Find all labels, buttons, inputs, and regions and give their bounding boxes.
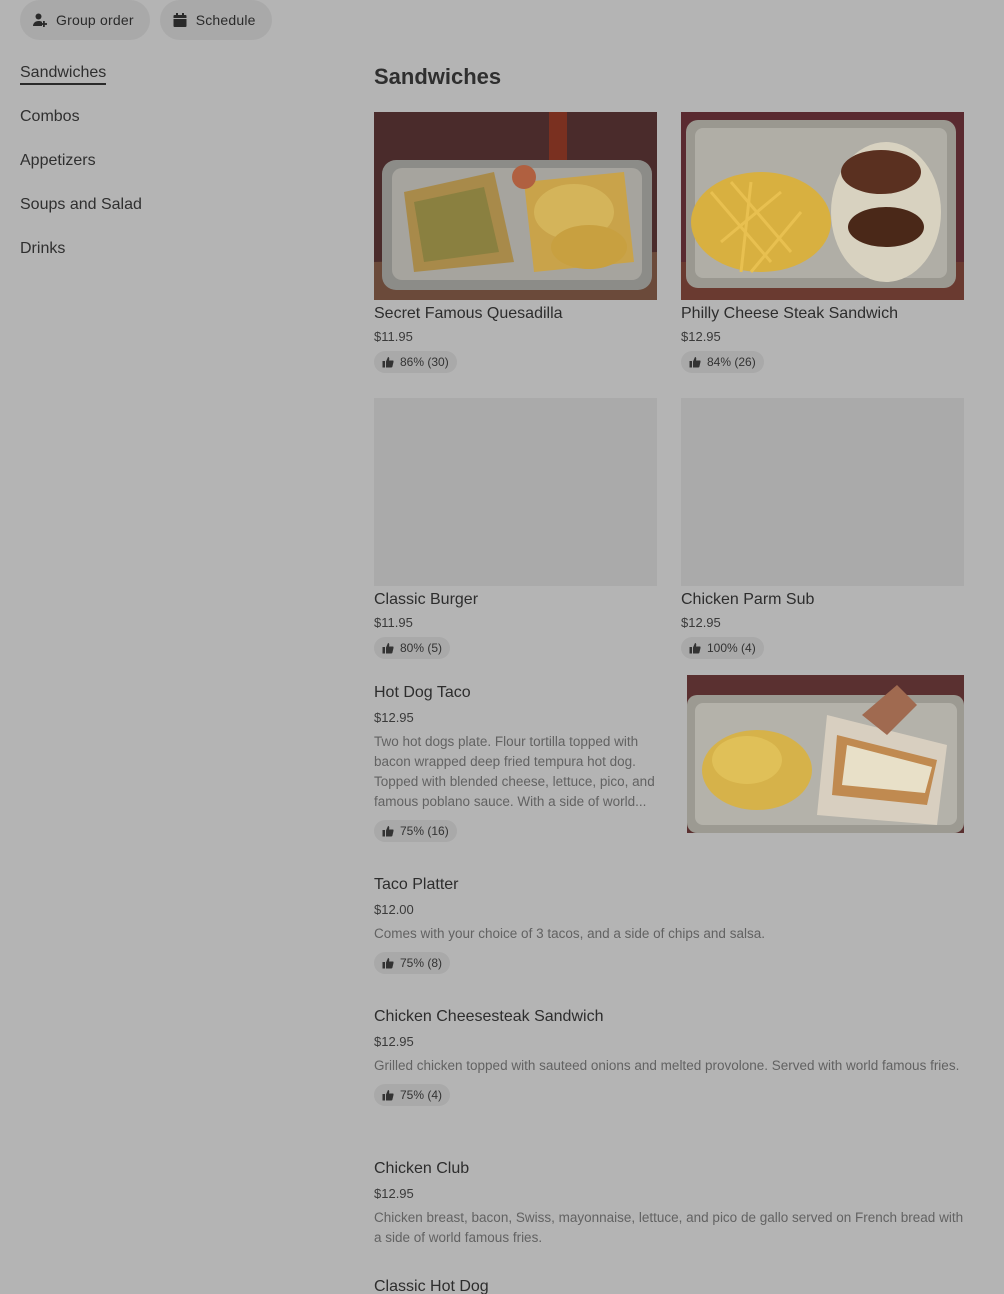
calendar-icon bbox=[172, 12, 188, 28]
top-actions: Group order Schedule bbox=[20, 0, 272, 40]
rating-text: 84% (26) bbox=[707, 355, 756, 369]
rating-badge: 84% (26) bbox=[681, 351, 764, 373]
rating-badge: 75% (4) bbox=[374, 1084, 451, 1106]
menu-list-item[interactable]: Chicken Club $12.95 Chicken breast, baco… bbox=[374, 1160, 964, 1278]
item-description: Comes with your choice of 3 tacos, and a… bbox=[374, 926, 765, 941]
rating-text: 75% (16) bbox=[400, 824, 449, 838]
item-name: Chicken Parm Sub bbox=[681, 591, 815, 608]
rating-text: 80% (5) bbox=[400, 641, 443, 655]
nav-item-drinks[interactable]: Drinks bbox=[20, 238, 142, 282]
thumbs-up-icon bbox=[382, 356, 394, 368]
schedule-label: Schedule bbox=[195, 12, 256, 28]
menu-card[interactable]: Classic Burger $11.95 80% (5) bbox=[374, 398, 657, 684]
item-price: $11.95 bbox=[374, 329, 413, 344]
featured-grid: Secret Famous Quesadilla $11.95 86% (30) bbox=[374, 112, 964, 684]
nav-item-label: Appetizers bbox=[20, 152, 96, 169]
image-placeholder bbox=[374, 398, 657, 586]
item-text: Hot Dog Taco $12.95 Two hot dogs plate. … bbox=[374, 684, 676, 842]
item-name: Classic Burger bbox=[374, 591, 479, 608]
group-order-button[interactable]: Group order bbox=[20, 0, 150, 40]
item-price: $12.95 bbox=[681, 615, 721, 630]
item-price: $12.95 bbox=[374, 710, 414, 725]
item-price: $12.00 bbox=[374, 902, 414, 917]
item-name: Secret Famous Quesadilla bbox=[374, 305, 563, 322]
menu-list-item[interactable]: Taco Platter $12.00 Comes with your choi… bbox=[374, 876, 964, 1008]
rating-text: 100% (4) bbox=[707, 641, 756, 655]
item-description: Two hot dogs plate. Flour tortilla toppe… bbox=[374, 734, 655, 809]
hot-dog-taco-photo bbox=[687, 675, 964, 833]
rating-text: 75% (4) bbox=[400, 1088, 443, 1102]
category-nav: Sandwiches Combos Appetizers Soups and S… bbox=[20, 62, 142, 282]
item-price: $12.95 bbox=[374, 1186, 414, 1201]
rating-badge: 100% (4) bbox=[681, 637, 764, 659]
rating-badge: 86% (30) bbox=[374, 351, 457, 373]
rating-text: 86% (30) bbox=[400, 355, 449, 369]
thumbs-up-icon bbox=[689, 356, 701, 368]
schedule-button[interactable]: Schedule bbox=[159, 0, 272, 40]
item-name: Philly Cheese Steak Sandwich bbox=[681, 305, 899, 322]
item-name: Classic Hot Dog bbox=[374, 1278, 489, 1294]
rating-badge: 75% (16) bbox=[374, 820, 457, 842]
image-placeholder bbox=[681, 398, 964, 586]
thumbs-up-icon bbox=[689, 642, 701, 654]
item-name: Hot Dog Taco bbox=[374, 684, 471, 701]
group-order-label: Group order bbox=[56, 12, 134, 28]
item-description: Grilled chicken topped with sauteed onio… bbox=[374, 1058, 960, 1073]
thumbs-up-icon bbox=[382, 957, 394, 969]
nav-item-appetizers[interactable]: Appetizers bbox=[20, 150, 142, 194]
nav-item-combos[interactable]: Combos bbox=[20, 106, 142, 150]
thumbs-up-icon bbox=[382, 642, 394, 654]
nav-item-label: Drinks bbox=[20, 240, 66, 257]
item-description: Chicken breast, bacon, Swiss, mayonnaise… bbox=[374, 1210, 964, 1245]
section-title: Sandwiches bbox=[374, 64, 502, 89]
thumbs-up-icon bbox=[382, 1089, 394, 1101]
item-name: Chicken Cheesesteak Sandwich bbox=[374, 1008, 604, 1025]
item-price: $11.95 bbox=[374, 615, 413, 630]
menu-card[interactable]: Chicken Parm Sub $12.95 100% (4) bbox=[681, 398, 964, 684]
menu-section: Sandwiches Secret Famous Quesadilla $11.… bbox=[374, 64, 964, 1294]
rating-text: 75% (8) bbox=[400, 956, 443, 970]
menu-list-item[interactable]: Hot Dog Taco $12.95 Two hot dogs plate. … bbox=[374, 675, 964, 876]
item-name: Taco Platter bbox=[374, 876, 459, 893]
quesadilla-photo bbox=[374, 112, 657, 300]
item-name: Chicken Club bbox=[374, 1160, 470, 1177]
menu-card[interactable]: Secret Famous Quesadilla $11.95 86% (30) bbox=[374, 112, 657, 398]
nav-item-label: Sandwiches bbox=[20, 64, 107, 85]
thumbs-up-icon bbox=[382, 825, 394, 837]
item-price: $12.95 bbox=[374, 1034, 414, 1049]
nav-item-label: Combos bbox=[20, 108, 80, 125]
menu-list-item[interactable]: Classic Hot Dog bbox=[374, 1278, 964, 1294]
philly-photo bbox=[681, 112, 964, 300]
nav-item-label: Soups and Salad bbox=[20, 196, 142, 213]
item-price: $12.95 bbox=[681, 329, 721, 344]
menu-list-item[interactable]: Chicken Cheesesteak Sandwich $12.95 Gril… bbox=[374, 1008, 964, 1160]
rating-badge: 80% (5) bbox=[374, 637, 451, 659]
menu-card[interactable]: Philly Cheese Steak Sandwich $12.95 84% … bbox=[681, 112, 964, 398]
rating-badge: 75% (8) bbox=[374, 952, 451, 974]
person-add-icon bbox=[32, 12, 48, 28]
nav-item-sandwiches[interactable]: Sandwiches bbox=[20, 62, 142, 106]
nav-item-soups-and-salad[interactable]: Soups and Salad bbox=[20, 194, 142, 238]
